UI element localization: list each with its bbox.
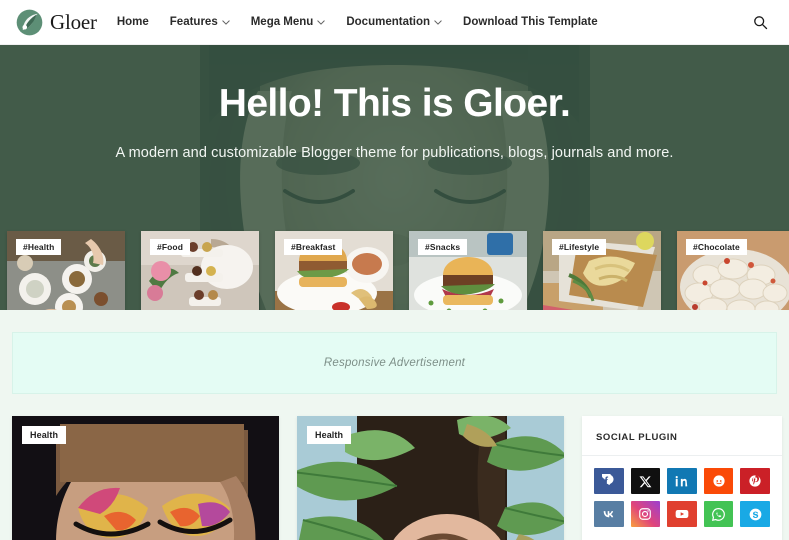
nav-label: Documentation — [346, 16, 431, 28]
nav-item-features[interactable]: Features — [170, 16, 230, 28]
whatsapp-icon — [712, 507, 725, 521]
hero-subtitle: A modern and customizable Blogger theme … — [115, 144, 674, 161]
advertisement-label: Responsive Advertisement — [323, 357, 466, 369]
social-link-facebook[interactable] — [594, 468, 624, 494]
main-content: Health Health SOCIAL PLUGIN — [0, 394, 789, 540]
advertisement-section: Responsive Advertisement — [0, 310, 789, 394]
nav-label: Download This Template — [463, 16, 598, 28]
social-plugin-widget: SOCIAL PLUGIN — [582, 416, 782, 540]
category-tag: #Snacks — [418, 239, 468, 255]
social-link-linkedin[interactable] — [667, 468, 697, 494]
social-link-instagram[interactable] — [630, 501, 661, 527]
skype-icon — [749, 508, 762, 520]
vk-icon — [603, 510, 614, 517]
social-icon-grid — [594, 468, 770, 527]
social-link-youtube[interactable] — [667, 501, 697, 527]
nav-label: Features — [169, 16, 218, 28]
chevron-down-icon — [317, 19, 326, 25]
widget-body — [582, 456, 782, 540]
social-link-x[interactable] — [630, 468, 661, 494]
category-card-row: #Health #Food #Breakfast #Snacks #Lifest… — [7, 231, 789, 310]
leaf-circle-logo-icon — [16, 9, 43, 36]
widget-title: SOCIAL PLUGIN — [596, 432, 678, 443]
nav-item-mega-menu[interactable]: Mega Menu — [251, 16, 326, 28]
post-card[interactable]: Health — [12, 416, 279, 540]
site-header: Gloer Home Features Mega Menu Documentat… — [0, 0, 789, 45]
social-link-pinterest[interactable] — [740, 468, 770, 494]
facebook-icon — [601, 474, 614, 485]
post-card[interactable]: Health — [297, 416, 564, 540]
category-tag: #Breakfast — [284, 239, 343, 255]
category-card-breakfast[interactable]: #Breakfast — [275, 231, 393, 310]
main-navigation: Home Features Mega Menu Documentation Do… — [117, 16, 598, 28]
category-card-chocolate[interactable]: #Chocolate — [677, 231, 789, 310]
category-tag: #Lifestyle — [552, 239, 607, 255]
social-link-skype[interactable] — [740, 501, 770, 527]
hero-section: Hello! This is Gloer. A modern and custo… — [0, 45, 789, 310]
post-category-tag: Health — [307, 426, 352, 444]
reddit-icon — [712, 475, 725, 487]
post-category-tag: Health — [22, 426, 67, 444]
sidebar: SOCIAL PLUGIN — [582, 416, 782, 540]
social-link-vk[interactable] — [594, 501, 624, 527]
widget-header: SOCIAL PLUGIN — [582, 416, 782, 456]
social-link-whatsapp[interactable] — [703, 501, 734, 527]
x-twitter-icon — [639, 475, 652, 487]
youtube-icon — [675, 510, 689, 518]
nav-item-download-this-template[interactable]: Download This Template — [463, 16, 598, 28]
post-list: Health Health — [12, 416, 564, 540]
social-link-reddit[interactable] — [703, 468, 734, 494]
nav-label: Mega Menu — [250, 16, 314, 28]
category-card-food[interactable]: #Food — [141, 231, 259, 310]
pinterest-icon — [749, 475, 761, 487]
linkedin-icon — [676, 475, 688, 486]
chevron-down-icon — [222, 19, 230, 25]
category-tag: #Food — [150, 239, 190, 255]
category-tag: #Health — [16, 239, 62, 255]
advertisement-box[interactable]: Responsive Advertisement — [12, 332, 777, 394]
search-button[interactable] — [749, 11, 771, 33]
nav-item-documentation[interactable]: Documentation — [346, 16, 442, 28]
hero-title: Hello! This is Gloer. — [218, 82, 571, 125]
category-card-health[interactable]: #Health — [7, 231, 125, 310]
brand-logo[interactable]: Gloer — [16, 9, 97, 36]
category-card-lifestyle[interactable]: #Lifestyle — [543, 231, 661, 310]
nav-label: Home — [116, 16, 149, 28]
nav-item-home[interactable]: Home — [117, 16, 149, 28]
chevron-down-icon — [434, 19, 442, 25]
brand-name: Gloer — [50, 9, 97, 34]
search-icon — [753, 15, 767, 29]
category-tag: #Chocolate — [686, 239, 747, 255]
category-card-snacks[interactable]: #Snacks — [409, 231, 527, 310]
instagram-icon — [639, 508, 652, 520]
